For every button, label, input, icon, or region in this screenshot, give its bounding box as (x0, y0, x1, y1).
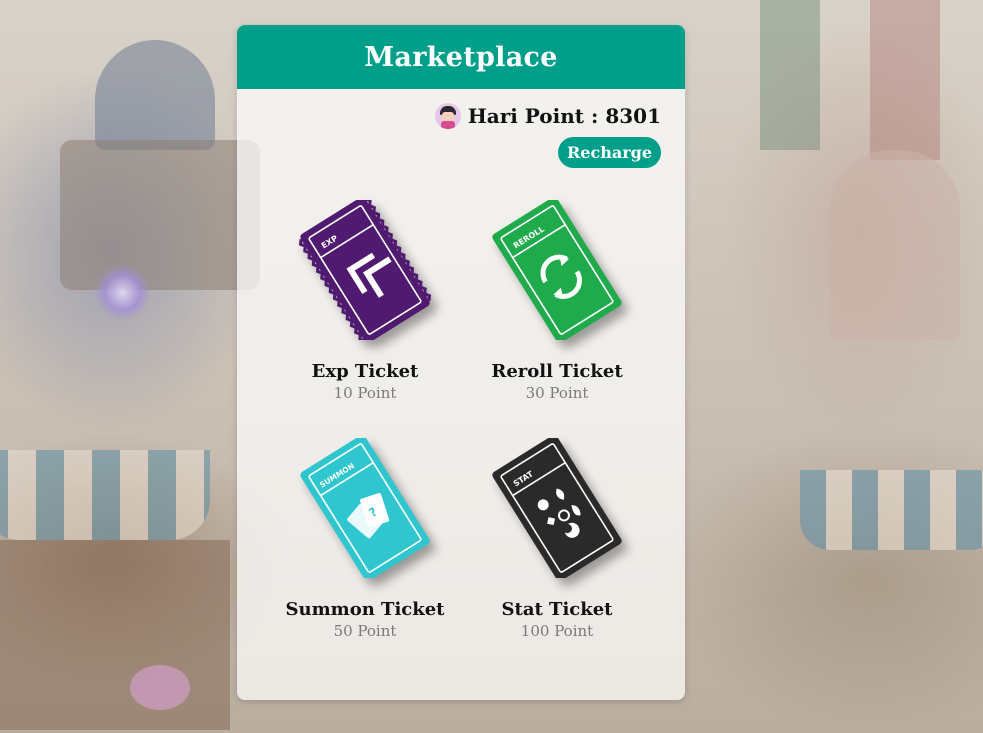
points-display: Hari Point : 8301 (434, 103, 661, 129)
bg-stall (0, 540, 230, 730)
item-exp-ticket[interactable]: EXP Exp Ticket 10 Point (265, 195, 465, 402)
panel-header: Marketplace (237, 25, 685, 89)
item-price: 100 Point (520, 622, 594, 640)
points-balance: Hari Point : 8301 (467, 104, 661, 128)
item-price: 30 Point (525, 384, 589, 402)
reroll-ticket-image[interactable]: REROLL (487, 200, 627, 340)
exp-ticket-image[interactable]: EXP (295, 200, 435, 340)
stat-ticket-image[interactable]: STAT (487, 438, 627, 578)
item-stat-ticket[interactable]: STAT Stat Ticket 100 Point (457, 433, 657, 640)
item-name: Stat Ticket (501, 599, 613, 620)
item-name: Summon Ticket (285, 599, 445, 620)
summon-ticket-image[interactable]: SUMMON ? (295, 438, 435, 578)
bg-awning (800, 470, 983, 550)
bg-banner (870, 0, 940, 160)
item-summon-ticket[interactable]: SUMMON ? Summon Ticket 50 Point (265, 433, 465, 640)
item-price: 10 Point (333, 384, 397, 402)
avatar-icon (434, 103, 461, 129)
marketplace-panel: Marketplace Hari Point : 8301 Recharge E… (237, 25, 685, 700)
bg-building (60, 140, 260, 290)
bg-awning (0, 450, 210, 540)
bg-flowers (130, 665, 190, 710)
bg-magic-orb (95, 265, 150, 320)
bg-tower (95, 40, 215, 150)
item-reroll-ticket[interactable]: REROLL Reroll Ticket 30 Point (457, 195, 657, 402)
item-price: 50 Point (333, 622, 397, 640)
recharge-button[interactable]: Recharge (557, 137, 661, 168)
page-title: Marketplace (364, 41, 558, 73)
bg-banner (760, 0, 820, 150)
item-name: Reroll Ticket (491, 361, 623, 382)
bg-tower (830, 150, 960, 340)
item-name: Exp Ticket (311, 361, 419, 382)
